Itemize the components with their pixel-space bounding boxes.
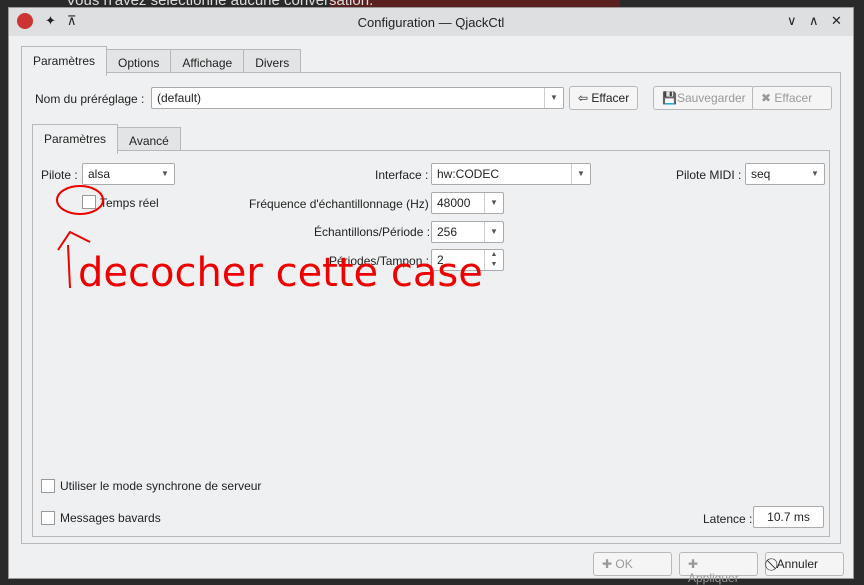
chevron-down-icon: ▼ bbox=[544, 88, 563, 108]
apply-button[interactable]: ✚ Appliquer bbox=[679, 552, 758, 585]
preset-combo[interactable]: (default) ▼ bbox=[151, 87, 564, 109]
maximize-icon[interactable]: ∧ bbox=[809, 13, 819, 29]
annotation-text: decocher cette case bbox=[78, 250, 483, 296]
chevron-down-icon: ▼ bbox=[161, 169, 169, 178]
midi-driver-combo[interactable]: seq ▼ bbox=[745, 163, 825, 185]
title-bar: ✦ ⊼ Configuration — QjackCtl ∨ ∧ ✕ bbox=[9, 8, 853, 36]
interface-label: Interface : bbox=[375, 168, 429, 182]
preset-value: (default) bbox=[157, 91, 202, 105]
delete-preset-button[interactable]: ✖ Effacer bbox=[752, 86, 832, 110]
preset-label: Nom du préréglage : bbox=[35, 92, 145, 106]
clear-preset-button[interactable]: ⇦ Effacer bbox=[569, 86, 639, 110]
latency-label: Latence : bbox=[703, 512, 753, 526]
spin-arrows-icon[interactable]: ▲ ▼ bbox=[484, 250, 503, 270]
chevron-down-icon: ▼ bbox=[484, 222, 503, 242]
sample-rate-combo[interactable]: 48000 ▼ bbox=[431, 192, 504, 214]
subtab-parametres[interactable]: Paramètres bbox=[32, 124, 119, 154]
cancel-button[interactable]: ⃠ Annuler bbox=[765, 552, 844, 576]
chevron-down-icon: ▼ bbox=[571, 164, 590, 184]
minimize-icon[interactable]: ∨ bbox=[787, 13, 797, 29]
chevron-down-icon: ▼ bbox=[811, 169, 819, 178]
midi-driver-label: Pilote MIDI : bbox=[676, 168, 742, 182]
latency-value: 10.7 ms bbox=[753, 506, 824, 528]
tab-parametres[interactable]: Paramètres bbox=[21, 46, 108, 76]
interface-combo[interactable]: hw:CODEC ▼ bbox=[431, 163, 591, 185]
frames-combo[interactable]: 256 ▼ bbox=[431, 221, 504, 243]
sync-mode-label: Utiliser le mode synchrone de serveur bbox=[60, 479, 262, 493]
chevron-down-icon: ▼ bbox=[484, 193, 503, 213]
verbose-checkbox[interactable] bbox=[41, 511, 55, 525]
close-icon[interactable]: ✕ bbox=[831, 13, 842, 29]
frames-label: Échantillons/Période : bbox=[314, 225, 431, 239]
window-title: Configuration — QjackCtl bbox=[357, 14, 505, 30]
sync-mode-checkbox[interactable] bbox=[41, 479, 55, 493]
sample-rate-label: Fréquence d'échantillonnage (Hz) : bbox=[249, 197, 436, 211]
verbose-label: Messages bavards bbox=[60, 511, 161, 525]
ok-button[interactable]: ✚ OK bbox=[593, 552, 672, 576]
save-preset-button[interactable]: 💾Sauvegarder bbox=[653, 86, 755, 110]
